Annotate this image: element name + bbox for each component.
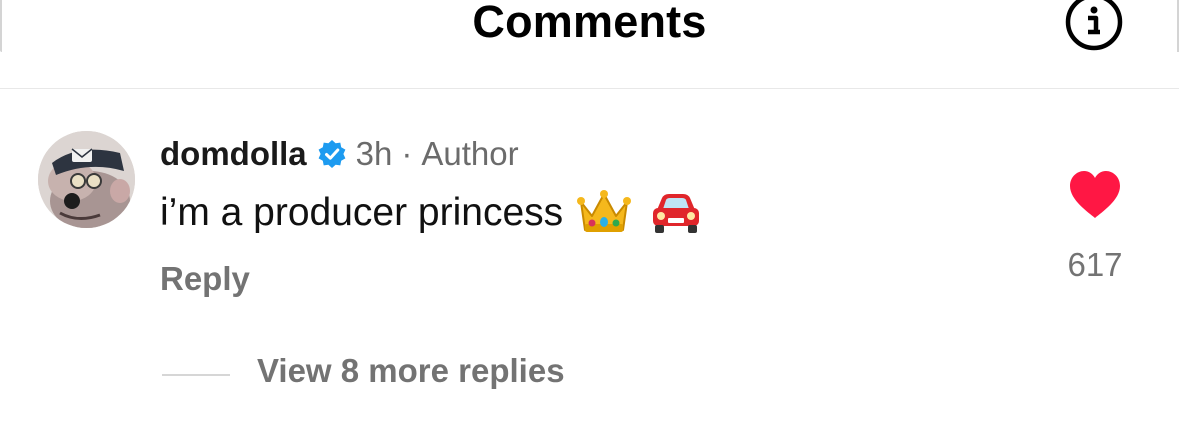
reply-button[interactable]: Reply <box>160 260 250 298</box>
comment-time: 3h <box>355 135 393 172</box>
verified-badge-icon <box>318 140 346 168</box>
comments-header: Comments <box>0 0 1179 89</box>
info-icon[interactable] <box>1060 0 1128 60</box>
comment-text: i’m a producer princess <box>160 191 564 234</box>
meta-separator: · <box>401 135 413 172</box>
heart-icon[interactable] <box>1068 170 1122 220</box>
crown-emoji <box>577 190 632 232</box>
car-emoji <box>653 194 700 233</box>
replies-divider <box>162 374 230 376</box>
comment-body: i’m a producer princess <box>160 190 703 236</box>
comment-header: domdolla 3h · Author <box>160 134 519 174</box>
username[interactable]: domdolla <box>160 135 307 173</box>
avatar[interactable] <box>38 131 135 228</box>
view-more-replies-button[interactable]: View 8 more replies <box>257 352 565 390</box>
like-count: 617 <box>1067 246 1123 283</box>
page-title: Comments <box>472 0 707 47</box>
author-label: Author <box>421 135 519 172</box>
